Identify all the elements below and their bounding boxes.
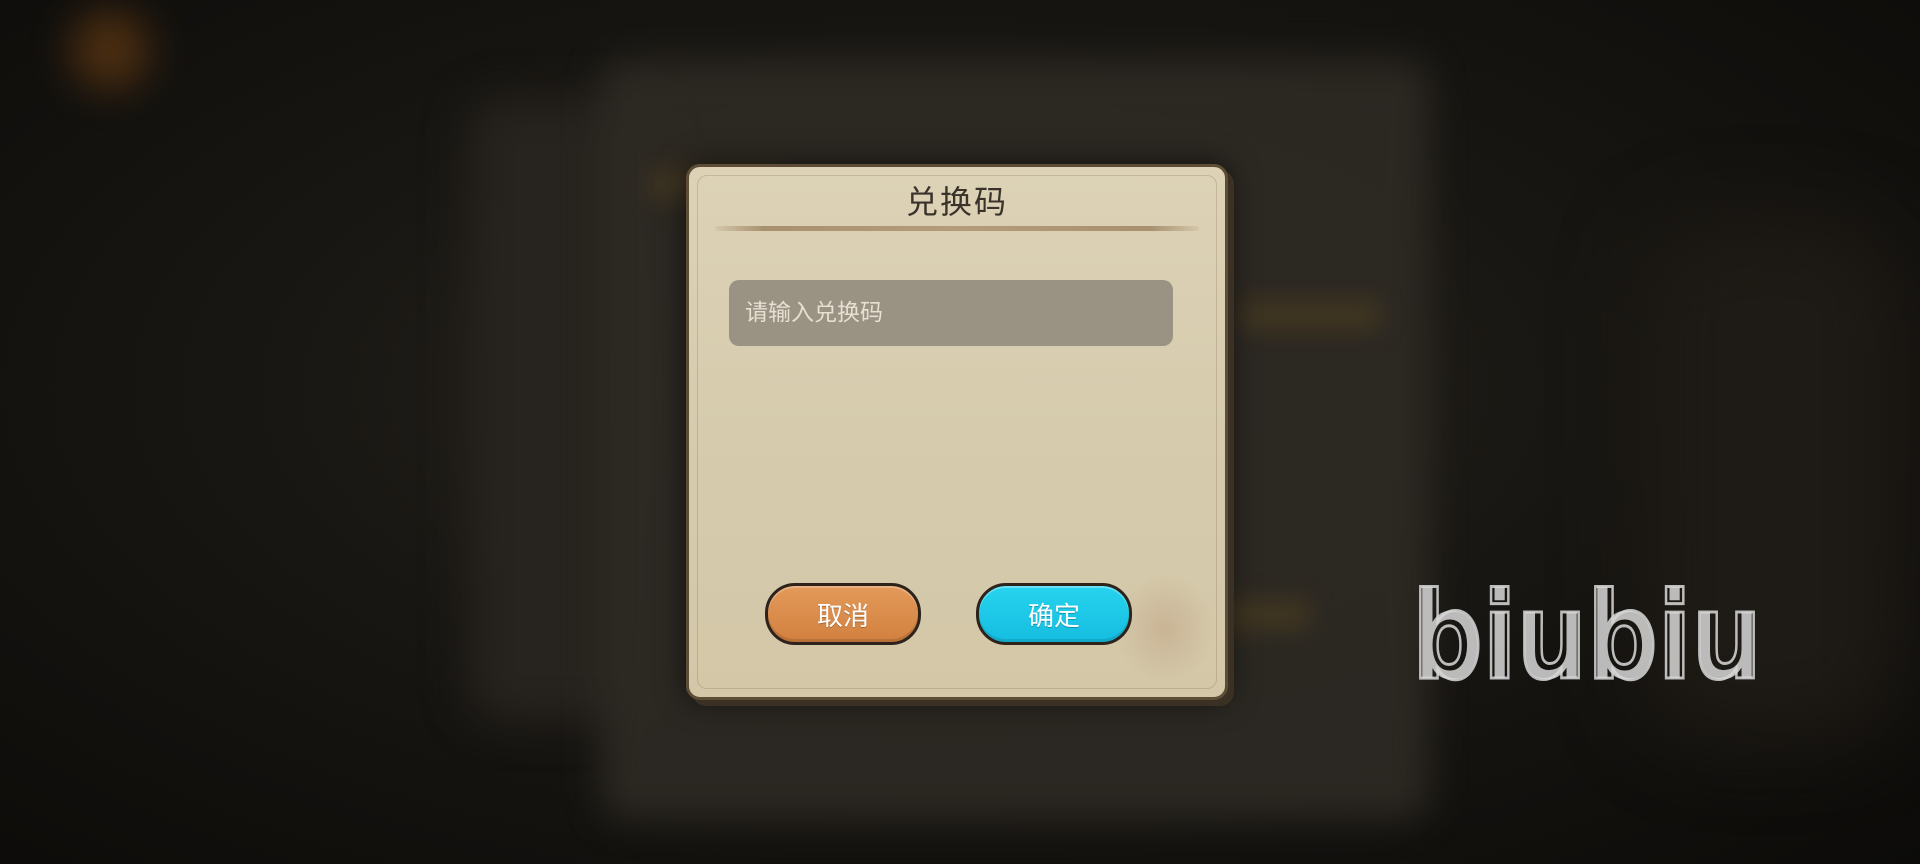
background-blurred-strip xyxy=(1240,300,1380,330)
cancel-button[interactable]: 取消 xyxy=(765,583,921,645)
confirm-button[interactable]: 确定 xyxy=(976,583,1132,645)
paper-stain-decoration xyxy=(1115,573,1215,683)
redeem-code-dialog: 兑换码 取消 确定 xyxy=(686,164,1228,700)
confirm-button-label: 确定 xyxy=(1027,601,1080,632)
game-scene: 兑换码 取消 确定 biubiu biubiu xyxy=(0,0,1920,864)
dialog-title: 兑换码 xyxy=(905,183,1008,221)
watermark-text-fill: biubiu xyxy=(1412,578,1762,698)
redeem-code-input[interactable] xyxy=(743,299,1159,327)
cancel-button-label: 取消 xyxy=(816,601,869,632)
background-blurred-orb xyxy=(70,10,150,90)
title-divider xyxy=(715,226,1199,231)
biubiu-watermark-logo: biubiu biubiu xyxy=(1411,567,1764,709)
redeem-code-input-container[interactable] xyxy=(729,280,1173,346)
background-blurred-strip xyxy=(1220,600,1310,630)
